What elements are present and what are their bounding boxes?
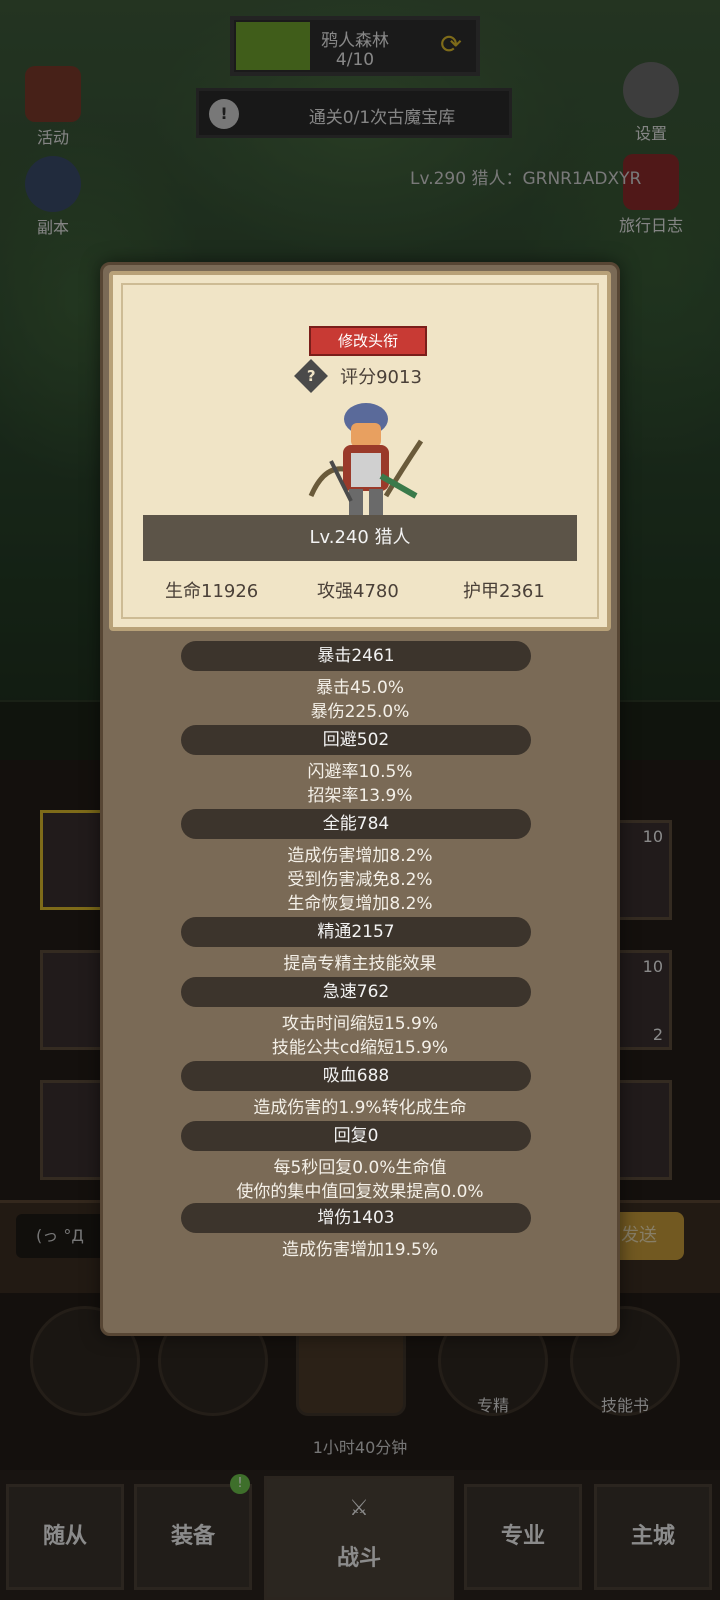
stat-line: 造成伤害增加8.2% [287,846,433,866]
hunter-avatar [308,403,424,517]
stat-line: 提高专精主技能效果 [283,954,437,974]
stat-line: 攻击时间缩短15.9% [281,1014,438,1034]
stat-line: 技能公共cd缩短15.9% [271,1038,449,1058]
attack-value: 攻强4780 [317,581,399,602]
stat-line: 闪避率10.5% [307,762,413,782]
stat-line: 生命恢复增加8.2% [287,894,433,914]
score-row: ? 评分9013 [294,359,422,393]
stat-line: 使你的集中值回复效果提高0.0% [236,1182,484,1202]
stat-header-avoidance: 回避502 [181,725,531,755]
stat-header-crit: 暴击2461 [181,641,531,671]
hp-value: 生命11926 [165,581,259,602]
armor-value: 护甲2361 [463,581,545,602]
stat-header-regen: 回复0 [181,1121,531,1151]
stat-header-mastery: 精通2157 [181,917,531,947]
stat-header-damage-bonus: 增伤1403 [181,1203,531,1233]
stat-line: 每5秒回复0.0%生命值 [273,1158,447,1178]
stat-line: 受到伤害减免8.2% [287,870,433,890]
stat-line: 造成伤害的1.9%转化成生命 [253,1098,467,1118]
score-value: 评分9013 [340,367,422,388]
stat-line: 暴伤225.0% [310,702,410,722]
stat-header-haste: 急速762 [181,977,531,1007]
stat-line: 招架率13.9% [307,786,413,806]
stat-line: 暴击45.0% [315,678,404,698]
level-class-bar: Lv.240 猎人 [143,515,577,561]
stat-header-versatility: 全能784 [181,809,531,839]
character-stats-modal: 修改头衔 ? 评分9013 Lv.240 猎人 生命11926 攻强4780 护… [100,262,620,1336]
character-card: 修改头衔 ? 评分9013 Lv.240 猎人 生命11926 攻强4780 护… [109,271,611,631]
stat-line: 造成伤害增加19.5% [281,1240,438,1260]
stat-header-lifesteal: 吸血688 [181,1061,531,1091]
help-icon[interactable]: ? [294,359,328,393]
change-title-button[interactable]: 修改头衔 [309,326,427,356]
